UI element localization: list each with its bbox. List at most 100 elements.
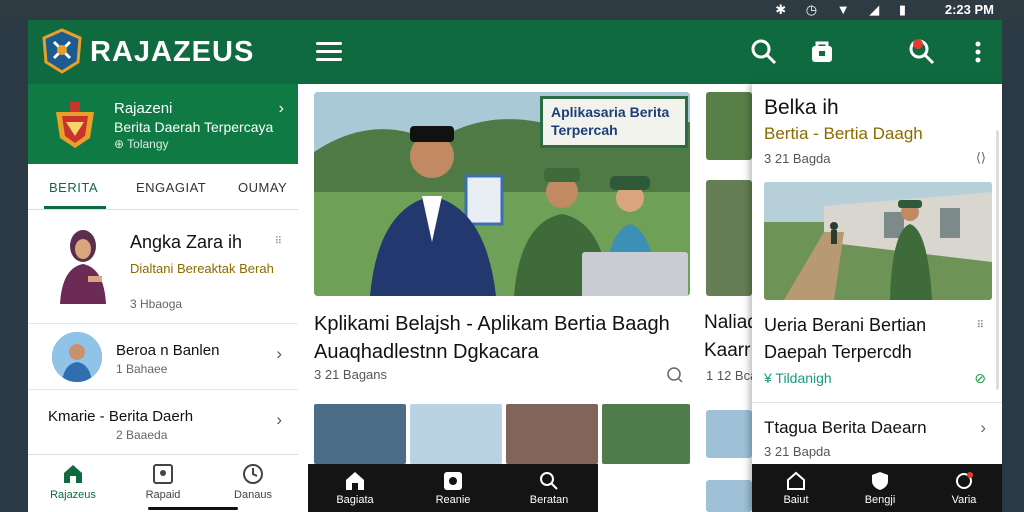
- photo-icon: [444, 472, 462, 490]
- profile-meta: ⊕ Tolangy: [114, 137, 169, 151]
- bag-icon[interactable]: [808, 38, 836, 66]
- tab-berita[interactable]: BERITA: [49, 180, 98, 195]
- divider: [752, 402, 1002, 403]
- shield-icon: [872, 472, 888, 490]
- gesture-bar: [148, 507, 238, 510]
- list-item-title: Beroa n Banlen: [116, 342, 220, 359]
- left-panel: Rajazeni Berita Daerah Terpercaya ⊕ Tola…: [28, 84, 298, 512]
- brand-logo-icon: [42, 28, 82, 74]
- status-clock: 2:23 PM: [944, 2, 994, 17]
- profile-name: Rajazeni: [114, 100, 173, 117]
- detail-panel: Belka ih Bertia - Bertia Daagh 3 21 Bagd…: [752, 84, 1002, 512]
- detail-second-title[interactable]: Ttagua Berita Daearn: [764, 418, 927, 438]
- nav-search-label: Beratan: [529, 494, 569, 506]
- tab-engagiat[interactable]: ENGAGIAT: [136, 180, 206, 195]
- detail-article-title[interactable]: Ueria Berani Bertian Daepah Terpercdh: [764, 312, 954, 366]
- more-vertical-icon[interactable]: [964, 38, 992, 66]
- thumbnail[interactable]: [506, 404, 598, 464]
- detail-scene: [764, 182, 992, 300]
- nav-shield-label: Bengji: [864, 494, 896, 506]
- hero-image[interactable]: Aplikasaria Berita Terpercah: [314, 92, 690, 296]
- peek-title[interactable]: Naliad: [704, 312, 752, 334]
- list-item-meta: 1 Bahaee: [116, 362, 168, 376]
- chevron-right-icon: ›: [276, 344, 282, 363]
- nav-photo-label: Rapaid: [145, 489, 181, 501]
- link-icon[interactable]: ⊘: [974, 370, 986, 387]
- home-icon: [346, 472, 364, 490]
- left-bottom-nav: Rajazeus Rapaid Danaus: [28, 454, 298, 512]
- drag-handle-icon[interactable]: ⠿: [275, 236, 282, 247]
- presenter-avatar: [60, 230, 106, 304]
- nav-search[interactable]: Beratan: [504, 470, 594, 506]
- list-item-title: Kmarie - Berita Daerh: [48, 408, 194, 425]
- detail-tag[interactable]: ¥ Tildanigh: [764, 370, 832, 386]
- home-icon: [787, 471, 805, 490]
- tab-oumay[interactable]: OUMAY: [238, 180, 287, 195]
- nav-photo-label: Reanie: [435, 494, 471, 506]
- nav-home[interactable]: Bagiata: [310, 470, 400, 506]
- nav-refresh[interactable]: Varia: [924, 470, 1004, 506]
- refresh-icon: [956, 472, 973, 489]
- feature-card-subtitle: Dialtani Bereaktak Berah: [130, 261, 274, 276]
- hero-sign: Aplikasaria Berita Terpercah: [540, 96, 688, 148]
- nav-photo[interactable]: Reanie: [408, 470, 498, 506]
- list-item[interactable]: Kmarie - Berita Daerh 2 Baaeda ›: [28, 390, 298, 456]
- detail-meta: 3 21 Bagda: [764, 151, 831, 166]
- nav-home-label: Bagiata: [336, 494, 374, 506]
- nav-home-label: Baiut: [783, 494, 809, 506]
- profile-header[interactable]: Rajazeni Berita Daerah Terpercaya ⊕ Tola…: [28, 84, 298, 164]
- laptop: [582, 252, 688, 296]
- drag-handle-icon[interactable]: ⠿: [977, 320, 984, 331]
- peek-meta: 1 12 Bca: [706, 368, 752, 383]
- right-bottom-nav: Baiut Bengji Varia: [752, 464, 1002, 512]
- thumbnail[interactable]: [314, 404, 406, 464]
- list-item[interactable]: Beroa n Banlen 1 Bahaee ›: [28, 324, 298, 390]
- search-icon: [540, 472, 558, 490]
- notification-search-icon[interactable]: [908, 38, 936, 66]
- status-icons: ✱ ◷ ▼ ◢ ▮: [775, 2, 914, 17]
- peek-thumbnail[interactable]: [706, 180, 752, 296]
- menu-icon[interactable]: [316, 42, 342, 62]
- brand-name: RAJAZEUS: [90, 36, 255, 68]
- thumbnail-strip: [314, 404, 690, 464]
- detail-subheading: Bertia - Bertia Daagh: [764, 124, 923, 143]
- tab-bar: BERITA ENGAGIAT OUMAY: [28, 164, 298, 210]
- hero-meta: 3 21 Bagans: [314, 367, 388, 382]
- scrollbar[interactable]: [996, 130, 999, 390]
- list-item-meta: 2 Baaeda: [116, 428, 168, 442]
- home-icon: [64, 465, 82, 483]
- nav-photo[interactable]: Rapaid: [123, 463, 203, 501]
- detail-heading: Belka ih: [764, 96, 839, 119]
- peek-column: Naliad Kaarr 1 12 Bca: [704, 92, 752, 512]
- tab-indicator: [44, 206, 106, 209]
- middle-bottom-nav: Bagiata Reanie Beratan: [308, 464, 598, 512]
- feature-card[interactable]: Angka Zara ih Dialtani Bereaktak Berah 3…: [28, 210, 298, 324]
- peek-thumbnail[interactable]: [706, 92, 752, 160]
- search-icon[interactable]: [750, 38, 778, 66]
- thumbnail[interactable]: [410, 404, 502, 464]
- crest-icon: [56, 102, 94, 148]
- thumbnail[interactable]: [602, 404, 690, 464]
- nav-refresh-label: Varia: [951, 494, 977, 506]
- feature-card-title: Angka Zara ih: [130, 232, 243, 252]
- status-bar: ✱ ◷ ▼ ◢ ▮ 2:23 PM: [0, 0, 1024, 20]
- nav-shield[interactable]: Bengji: [840, 470, 920, 506]
- profile-tagline: Berita Daerah Terpercaya: [114, 119, 274, 135]
- nav-history[interactable]: Danaus: [213, 463, 293, 501]
- nav-home[interactable]: Baiut: [756, 470, 836, 506]
- list-avatar: [52, 332, 102, 382]
- detail-second-meta: 3 21 Bapda: [764, 444, 831, 459]
- chevron-right-icon: ›: [278, 100, 284, 117]
- peek-title[interactable]: Kaarr: [704, 340, 750, 362]
- nav-home-label: Rajazeus: [50, 489, 96, 501]
- chevron-right-icon: ›: [980, 418, 986, 437]
- peek-thumbnail[interactable]: [706, 480, 752, 512]
- detail-image[interactable]: [764, 182, 992, 300]
- photo-icon: [153, 464, 173, 484]
- nav-home[interactable]: Rajazeus: [33, 463, 113, 501]
- feature-card-meta: 3 Hbaoga: [130, 297, 183, 311]
- comment-icon[interactable]: [666, 366, 684, 384]
- hero-title[interactable]: Kplikami Belajsh - Aplikam Bertia Baagh …: [314, 310, 696, 366]
- peek-thumbnail[interactable]: [706, 410, 752, 458]
- share-icon[interactable]: ⟨⟩: [976, 150, 986, 166]
